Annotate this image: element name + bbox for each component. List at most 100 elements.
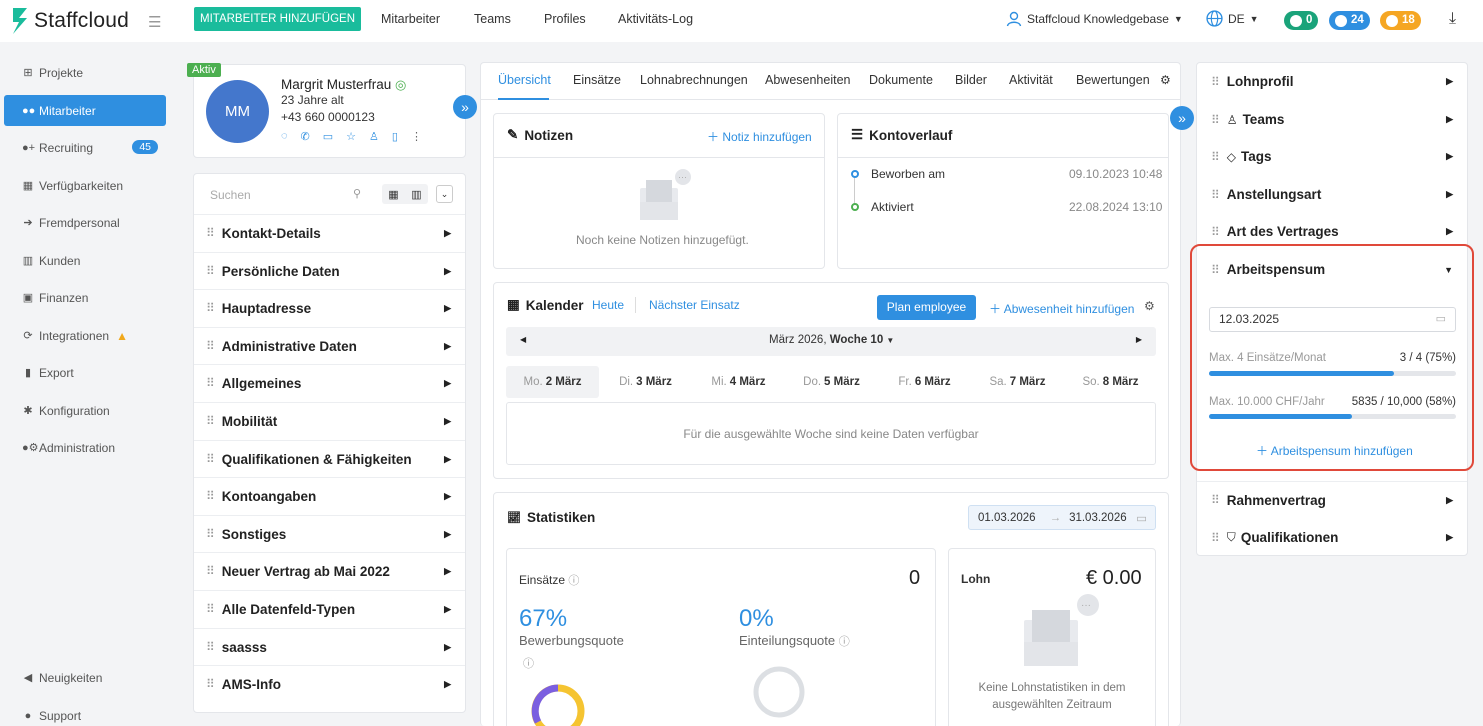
day-header[interactable]: Di. 3 März xyxy=(599,366,692,398)
sidebar-item-kunden[interactable]: ▥ Kunden xyxy=(4,245,166,276)
sidebar-item-mitarbeiter[interactable]: ●● Mitarbeiter xyxy=(4,95,166,126)
section-administrative-daten[interactable]: ⠿ Administrative Daten ▶ xyxy=(194,327,465,364)
add-absence-link[interactable]: ＋ Abwesenheit hinzufügen xyxy=(989,300,1134,317)
drag-handle-icon[interactable]: ⠿ xyxy=(206,489,215,503)
drag-handle-icon[interactable]: ⠿ xyxy=(1211,531,1220,545)
sidebar-item-verfuegbarkeiten[interactable]: ▦ Verfügbarkeiten xyxy=(4,170,166,201)
avatar[interactable]: MM xyxy=(206,80,269,143)
gear-icon[interactable]: ⚙ xyxy=(1144,299,1155,313)
panel-item-lohnprofil[interactable]: ⠿ Lohnprofil ▶ xyxy=(1197,63,1467,100)
drag-handle-icon[interactable]: ⠿ xyxy=(206,301,215,315)
day-header[interactable]: Fr. 6 März xyxy=(878,366,971,398)
add-employee-button[interactable]: MITARBEITER HINZUFÜGEN xyxy=(194,7,362,31)
drag-handle-icon[interactable]: ⠿ xyxy=(1211,150,1220,164)
chat-badge[interactable]: 0 xyxy=(1284,11,1319,30)
section-sonstiges[interactable]: ⠿ Sonstiges ▶ xyxy=(194,515,465,552)
section-saasss[interactable]: ⠿ saasss ▶ xyxy=(194,628,465,665)
section-hauptadresse[interactable]: ⠿ Hauptadresse ▶ xyxy=(194,289,465,326)
timer-badge[interactable]: 18 xyxy=(1380,11,1421,30)
search-icon[interactable]: ⚲ xyxy=(353,187,361,200)
drag-handle-icon[interactable]: ⠿ xyxy=(206,264,215,278)
drag-handle-icon[interactable]: ⠿ xyxy=(1211,113,1220,127)
info-icon[interactable]: ⓘ xyxy=(523,655,534,671)
tab-dokumente[interactable]: Dokumente xyxy=(869,73,933,87)
drag-handle-icon[interactable]: ⠿ xyxy=(1211,225,1220,239)
expand-panel-button[interactable]: » xyxy=(453,95,477,119)
language-selector[interactable]: DE ▼ xyxy=(1206,10,1259,27)
drag-handle-icon[interactable]: ⠿ xyxy=(1211,75,1220,89)
tab-abwesenheiten[interactable]: Abwesenheiten xyxy=(765,73,850,87)
sidebar-item-support[interactable]: ● Support xyxy=(4,700,166,726)
chat-icon[interactable]: ◌ xyxy=(281,130,288,143)
next-assignment-link[interactable]: Nächster Einsatz xyxy=(649,298,740,312)
today-link[interactable]: Heute xyxy=(592,298,624,312)
view-toggle[interactable]: ▦ ▥ xyxy=(382,184,428,204)
panel-item-teams[interactable]: ⠿ ♙ Teams ▶ xyxy=(1197,101,1467,138)
day-header[interactable]: Do. 5 März xyxy=(785,366,878,398)
drag-handle-icon[interactable]: ⠿ xyxy=(1211,188,1220,202)
location-pin-icon[interactable]: ◎ xyxy=(395,77,406,92)
day-header[interactable]: So. 8 März xyxy=(1064,366,1157,398)
knowledgebase-menu[interactable]: Staffcloud Knowledgebase ▼ xyxy=(1006,11,1183,27)
nav-mitarbeiter[interactable]: Mitarbeiter xyxy=(381,12,440,26)
section-persoenliche-daten[interactable]: ⠿ Persönliche Daten ▶ xyxy=(194,252,465,289)
document-icon[interactable]: ▯ xyxy=(392,130,398,143)
sidebar-item-projekte[interactable]: ⊞ Projekte xyxy=(4,57,166,88)
plan-employee-button[interactable]: Plan employee xyxy=(877,295,976,320)
table-icon[interactable]: ▦ xyxy=(388,188,398,201)
day-header[interactable]: Mi. 4 März xyxy=(692,366,785,398)
section-kontakt-details[interactable]: ⠿ Kontakt-Details ▶ xyxy=(194,214,465,251)
sidebar-item-finanzen[interactable]: ▣ Finanzen xyxy=(4,282,166,313)
user-icon[interactable]: ♙ xyxy=(369,130,379,143)
drag-handle-icon[interactable]: ⠿ xyxy=(1211,493,1220,507)
more-icon[interactable]: ⋮ xyxy=(411,130,422,143)
panel-item-anstellungsart[interactable]: ⠿ Anstellungsart ▶ xyxy=(1197,176,1467,213)
sidebar-item-integrationen[interactable]: ⟳ Integrationen ▲ xyxy=(4,320,166,351)
sidebar-item-fremdpersonal[interactable]: ➔ Fremdpersonal xyxy=(4,207,166,238)
download-icon[interactable]: ⤓ xyxy=(1449,10,1456,28)
nav-profiles[interactable]: Profiles xyxy=(544,12,586,26)
tab-bilder[interactable]: Bilder xyxy=(955,73,987,87)
drag-handle-icon[interactable]: ⠿ xyxy=(206,640,215,654)
sidebar-item-konfiguration[interactable]: ✱ Konfiguration xyxy=(4,395,166,426)
sidebar-item-recruiting[interactable]: ●+ Recruiting 45 xyxy=(4,132,166,163)
drag-handle-icon[interactable]: ⠿ xyxy=(206,527,215,541)
drag-handle-icon[interactable]: ⠿ xyxy=(206,414,215,428)
notification-badge[interactable]: 24 xyxy=(1329,11,1370,30)
nav-teams[interactable]: Teams xyxy=(474,12,511,26)
collapse-all-icon[interactable]: ⌄ xyxy=(436,185,453,203)
sidebar-item-neuigkeiten[interactable]: ◀ Neuigkeiten xyxy=(4,662,166,693)
panel-item-rahmenvertrag[interactable]: ⠿ Rahmenvertrag ▶ xyxy=(1197,481,1467,518)
day-header[interactable]: Sa. 7 März xyxy=(971,366,1064,398)
tab-aktivitaet[interactable]: Aktivität xyxy=(1009,73,1053,87)
section-neuer-vertrag[interactable]: ⠿ Neuer Vertrag ab Mai 2022 ▶ xyxy=(194,552,465,589)
week-label[interactable]: März 2026, Woche 10 ▼ xyxy=(769,334,894,346)
nav-activity-log[interactable]: Aktivitäts-Log xyxy=(618,12,693,26)
next-week-icon[interactable]: ▶ xyxy=(1136,335,1142,344)
calendar-icon[interactable]: ▭ xyxy=(323,130,333,143)
drag-handle-icon[interactable]: ⠿ xyxy=(206,452,215,466)
add-note-link[interactable]: ＋ Notiz hinzufügen xyxy=(707,128,812,145)
date-range-picker[interactable]: 01.03.2026 → 31.03.2026 ▭ xyxy=(968,505,1156,530)
day-header[interactable]: Mo. 2 März xyxy=(506,366,599,398)
sidebar-item-administration[interactable]: ●⚙ Administration xyxy=(4,432,166,463)
drag-handle-icon[interactable]: ⠿ xyxy=(206,564,215,578)
prev-week-icon[interactable]: ◀ xyxy=(520,335,526,344)
tab-einsaetze[interactable]: Einsätze xyxy=(573,73,621,87)
drag-handle-icon[interactable]: ⠿ xyxy=(206,339,215,353)
expand-right-panel-button[interactable]: » xyxy=(1170,106,1194,130)
panel-item-qualifikationen[interactable]: ⠿ ⛉ Qualifikationen ▶ xyxy=(1197,519,1467,556)
drag-handle-icon[interactable]: ⠿ xyxy=(206,376,215,390)
gear-icon[interactable]: ⚙ xyxy=(1160,73,1171,87)
search-input[interactable]: Suchen xyxy=(210,188,251,202)
tab-bewertungen[interactable]: Bewertungen xyxy=(1076,73,1150,87)
phone-icon[interactable]: ✆ xyxy=(301,130,310,143)
drag-handle-icon[interactable]: ⠿ xyxy=(206,602,215,616)
drag-handle-icon[interactable]: ⠿ xyxy=(206,226,215,240)
section-allgemeines[interactable]: ⠿ Allgemeines ▶ xyxy=(194,364,465,401)
menu-toggle-icon[interactable]: ☰ xyxy=(148,13,161,31)
tab-lohnabrechnungen[interactable]: Lohnabrechnungen xyxy=(640,73,748,87)
section-kontoangaben[interactable]: ⠿ Kontoangaben ▶ xyxy=(194,477,465,514)
section-mobilitaet[interactable]: ⠿ Mobilität ▶ xyxy=(194,402,465,439)
tab-uebersicht[interactable]: Übersicht xyxy=(498,73,551,87)
